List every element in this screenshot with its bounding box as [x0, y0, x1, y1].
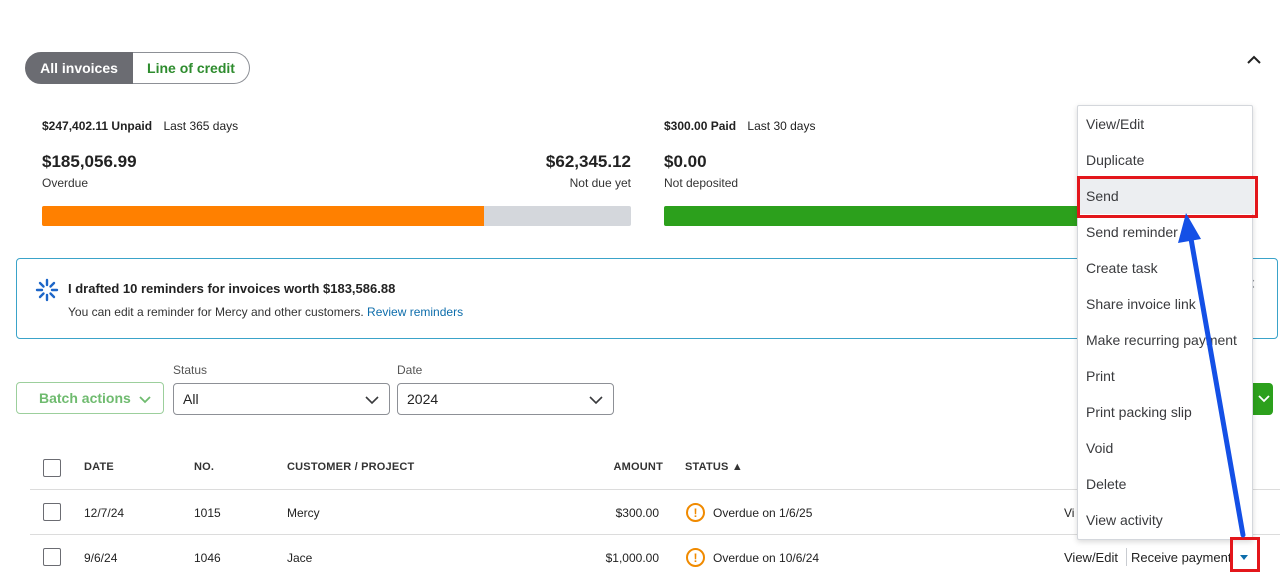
- row-status: Overdue on 10/6/24: [713, 551, 820, 565]
- col-customer-header[interactable]: CUSTOMER / PROJECT: [287, 461, 414, 473]
- overdue-label: Overdue: [42, 176, 89, 190]
- unpaid-progress-bar[interactable]: [42, 206, 631, 226]
- not-deposited-label: Not deposited: [664, 176, 739, 190]
- overdue-warning-icon: !: [686, 548, 705, 567]
- chevron-up-icon[interactable]: [1244, 50, 1264, 70]
- row-number: 1046: [194, 551, 221, 565]
- invoice-type-toggle: All invoices Line of credit: [25, 52, 250, 84]
- row-amount: $1,000.00: [605, 551, 659, 565]
- line-of-credit-tab[interactable]: Line of credit: [133, 52, 250, 84]
- unpaid-amount: $247,402.11: [42, 119, 109, 133]
- menu-item-duplicate[interactable]: Duplicate: [1078, 142, 1254, 178]
- not-deposited-amount: $0.00: [664, 152, 707, 171]
- select-all-checkbox[interactable]: [43, 459, 61, 477]
- paid-progress-bar[interactable]: [664, 206, 1084, 226]
- banner-subtitle: You can edit a reminder for Mercy and ot…: [68, 305, 463, 319]
- col-no-header[interactable]: NO.: [194, 461, 214, 473]
- paid-label: Paid: [710, 119, 737, 133]
- not-due-label: Not due yet: [569, 176, 631, 190]
- row-status: Overdue on 1/6/25: [713, 506, 813, 520]
- row-view-edit-link[interactable]: View/Edit: [1064, 550, 1118, 565]
- not-due-amount: $62,345.12: [545, 152, 631, 171]
- chevron-down-icon: [139, 396, 151, 404]
- row-view-link[interactable]: Vi: [1064, 506, 1074, 520]
- row-date: 9/6/24: [84, 551, 118, 565]
- paid-summary: $300.00 Paid Last 30 days: [664, 119, 815, 133]
- menu-item-view-edit[interactable]: View/Edit: [1078, 106, 1254, 142]
- batch-actions-button[interactable]: Batch actions: [16, 382, 164, 414]
- batch-actions-label: Batch actions: [39, 390, 131, 406]
- row-amount: $300.00: [615, 506, 659, 520]
- overdue-bar-segment[interactable]: [42, 206, 484, 226]
- col-status-header[interactable]: STATUS ▲: [685, 461, 743, 473]
- unpaid-label: Unpaid: [111, 119, 153, 133]
- overdue-warning-icon: !: [686, 503, 705, 522]
- chevron-down-icon: [365, 396, 379, 405]
- unpaid-period: Last 365 days: [163, 119, 239, 133]
- banner-subtitle-text: You can edit a reminder for Mercy and ot…: [68, 305, 364, 319]
- all-invoices-tab[interactable]: All invoices: [25, 52, 133, 84]
- date-filter-label: Date: [397, 363, 423, 377]
- annotation-arrow-icon: [1178, 213, 1246, 538]
- action-separator: [1126, 548, 1127, 566]
- status-select-value: All: [183, 391, 199, 407]
- overdue-amount: $185,056.99: [42, 152, 137, 171]
- row-date: 12/7/24: [84, 506, 125, 520]
- status-select[interactable]: All: [173, 383, 390, 415]
- col-date-header[interactable]: DATE: [84, 461, 114, 473]
- row-customer: Jace: [287, 551, 313, 565]
- date-select-value: 2024: [407, 391, 439, 407]
- receive-payment-link[interactable]: Receive payment: [1131, 550, 1231, 565]
- unpaid-summary: $247,402.11 Unpaid Last 365 days: [42, 119, 238, 133]
- col-amount-header[interactable]: AMOUNT: [614, 461, 663, 473]
- row-customer: Mercy: [287, 506, 320, 520]
- paid-period: Last 30 days: [747, 119, 816, 133]
- ai-sparkle-icon: [35, 278, 59, 302]
- row-number: 1015: [194, 506, 221, 520]
- status-filter-label: Status: [173, 363, 208, 377]
- banner-title: I drafted 10 reminders for invoices wort…: [68, 281, 396, 296]
- row-checkbox[interactable]: [43, 548, 61, 566]
- paid-amount: $300.00: [664, 119, 708, 133]
- chevron-down-icon: [589, 396, 603, 405]
- date-select[interactable]: 2024: [397, 383, 614, 415]
- review-reminders-link[interactable]: Review reminders: [367, 305, 463, 319]
- row-checkbox[interactable]: [43, 503, 61, 521]
